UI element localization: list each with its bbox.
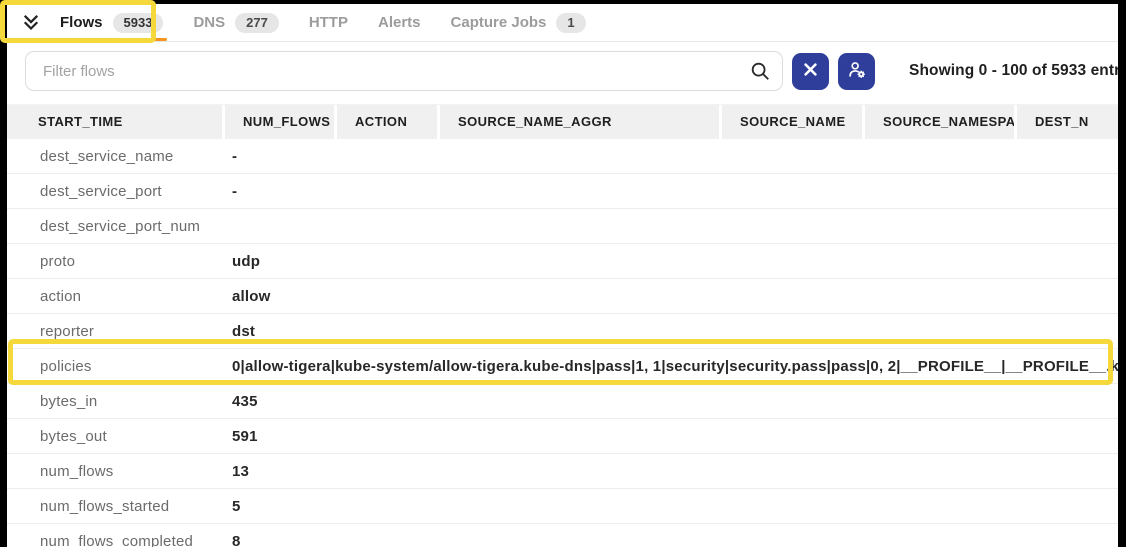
column-header-label: SOURCE_NAME_AGGR <box>458 114 612 129</box>
detail-row-dest-service-name: dest_service_name - <box>7 139 1118 174</box>
detail-value: 13 <box>232 463 1118 480</box>
detail-key: bytes_out <box>7 428 232 445</box>
active-tab-underline <box>56 38 167 41</box>
tab-dns[interactable]: DNS 277 <box>193 4 278 41</box>
detail-row-policies: policies 0|allow-tigera|kube-system/allo… <box>7 349 1118 384</box>
tab-bar: Flows 5933 DNS 277 HTTP Alerts Capture J… <box>7 4 1118 42</box>
column-header-source-name-aggr[interactable]: SOURCE_NAME_AGGR <box>440 105 722 139</box>
detail-row-proto: proto udp <box>7 244 1118 279</box>
detail-row-num-flows: num_flows 13 <box>7 454 1118 489</box>
column-header-label: START_TIME <box>38 114 123 129</box>
expanded-row-details: dest_service_name - dest_service_port - … <box>7 139 1118 547</box>
detail-value: - <box>232 148 1118 165</box>
column-header-label: SOURCE_NAMESPACE <box>883 114 1017 129</box>
detail-row-num-flows-started: num_flows_started 5 <box>7 489 1118 524</box>
showing-entries-text: Showing 0 - 100 of 5933 entries <box>909 62 1118 80</box>
column-header-source-name[interactable]: SOURCE_NAME <box>722 105 865 139</box>
detail-row-dest-service-port: dest_service_port - <box>7 174 1118 209</box>
detail-value: 5 <box>232 498 1118 515</box>
detail-row-bytes-out: bytes_out 591 <box>7 419 1118 454</box>
filter-input[interactable] <box>25 51 783 91</box>
detail-row-action: action allow <box>7 279 1118 314</box>
detail-value: 591 <box>232 428 1118 445</box>
detail-value: - <box>232 183 1118 200</box>
detail-key: action <box>7 288 232 305</box>
column-header-label: SOURCE_NAME <box>740 114 846 129</box>
tab-http[interactable]: HTTP <box>309 4 348 41</box>
detail-key: num_flows <box>7 463 232 480</box>
tab-count-badge: 5933 <box>113 13 164 33</box>
filter-field-wrap <box>25 51 783 91</box>
detail-row-bytes-in: bytes_in 435 <box>7 384 1118 419</box>
flow-log-panel: Flows 5933 DNS 277 HTTP Alerts Capture J… <box>7 4 1118 547</box>
tab-label: Flows <box>60 14 103 31</box>
toolbar: Showing 0 - 100 of 5933 entries <box>25 51 1110 91</box>
search-icon[interactable] <box>749 60 771 82</box>
user-settings-button[interactable] <box>838 53 875 90</box>
close-icon <box>804 63 817 79</box>
detail-value: 0|allow-tigera|kube-system/allow-tigera.… <box>232 358 1118 375</box>
tab-label: DNS <box>193 14 225 31</box>
tab-label: HTTP <box>309 14 348 31</box>
clear-filter-button[interactable] <box>792 53 829 90</box>
column-header-dest-n[interactable]: DEST_N <box>1017 105 1118 139</box>
detail-row-reporter: reporter dst <box>7 314 1118 349</box>
detail-row-num-flows-completed: num_flows_completed 8 <box>7 524 1118 547</box>
detail-key: reporter <box>7 323 232 340</box>
detail-key: dest_service_port_num <box>7 218 232 235</box>
detail-value: allow <box>232 288 1118 305</box>
detail-value: dst <box>232 323 1118 340</box>
column-header-num-flows[interactable]: NUM_FLOWS <box>225 105 337 139</box>
tab-label: Capture Jobs <box>451 14 547 31</box>
detail-key: proto <box>7 253 232 270</box>
detail-value: 8 <box>232 533 1118 547</box>
detail-key: dest_service_name <box>7 148 232 165</box>
detail-key: dest_service_port <box>7 183 232 200</box>
detail-key: bytes_in <box>7 393 232 410</box>
detail-key: num_flows_completed <box>7 533 232 547</box>
detail-value: udp <box>232 253 1118 270</box>
column-header-start-time[interactable]: START_TIME <box>7 105 225 139</box>
detail-key: num_flows_started <box>7 498 232 515</box>
column-header-label: NUM_FLOWS <box>243 114 330 129</box>
tab-alerts[interactable]: Alerts <box>378 4 421 41</box>
detail-value: 435 <box>232 393 1118 410</box>
column-header-label: DEST_N <box>1035 114 1089 129</box>
detail-key: policies <box>7 358 232 375</box>
column-header-action[interactable]: ACTION <box>337 105 440 139</box>
column-header-label: ACTION <box>355 114 407 129</box>
table-header-row: START_TIME NUM_FLOWS ACTION SOURCE_NAME_… <box>7 104 1118 139</box>
double-chevron-down-icon[interactable] <box>18 10 44 36</box>
tab-count-badge: 277 <box>235 13 279 33</box>
tab-label: Alerts <box>378 14 421 31</box>
user-gear-icon <box>846 59 868 84</box>
tab-flows[interactable]: Flows 5933 <box>60 4 163 41</box>
column-header-source-namespace[interactable]: SOURCE_NAMESPACE <box>865 105 1017 139</box>
tab-count-badge: 1 <box>556 13 585 33</box>
tab-capture-jobs[interactable]: Capture Jobs 1 <box>451 4 586 41</box>
detail-row-dest-service-port-num: dest_service_port_num <box>7 209 1118 244</box>
